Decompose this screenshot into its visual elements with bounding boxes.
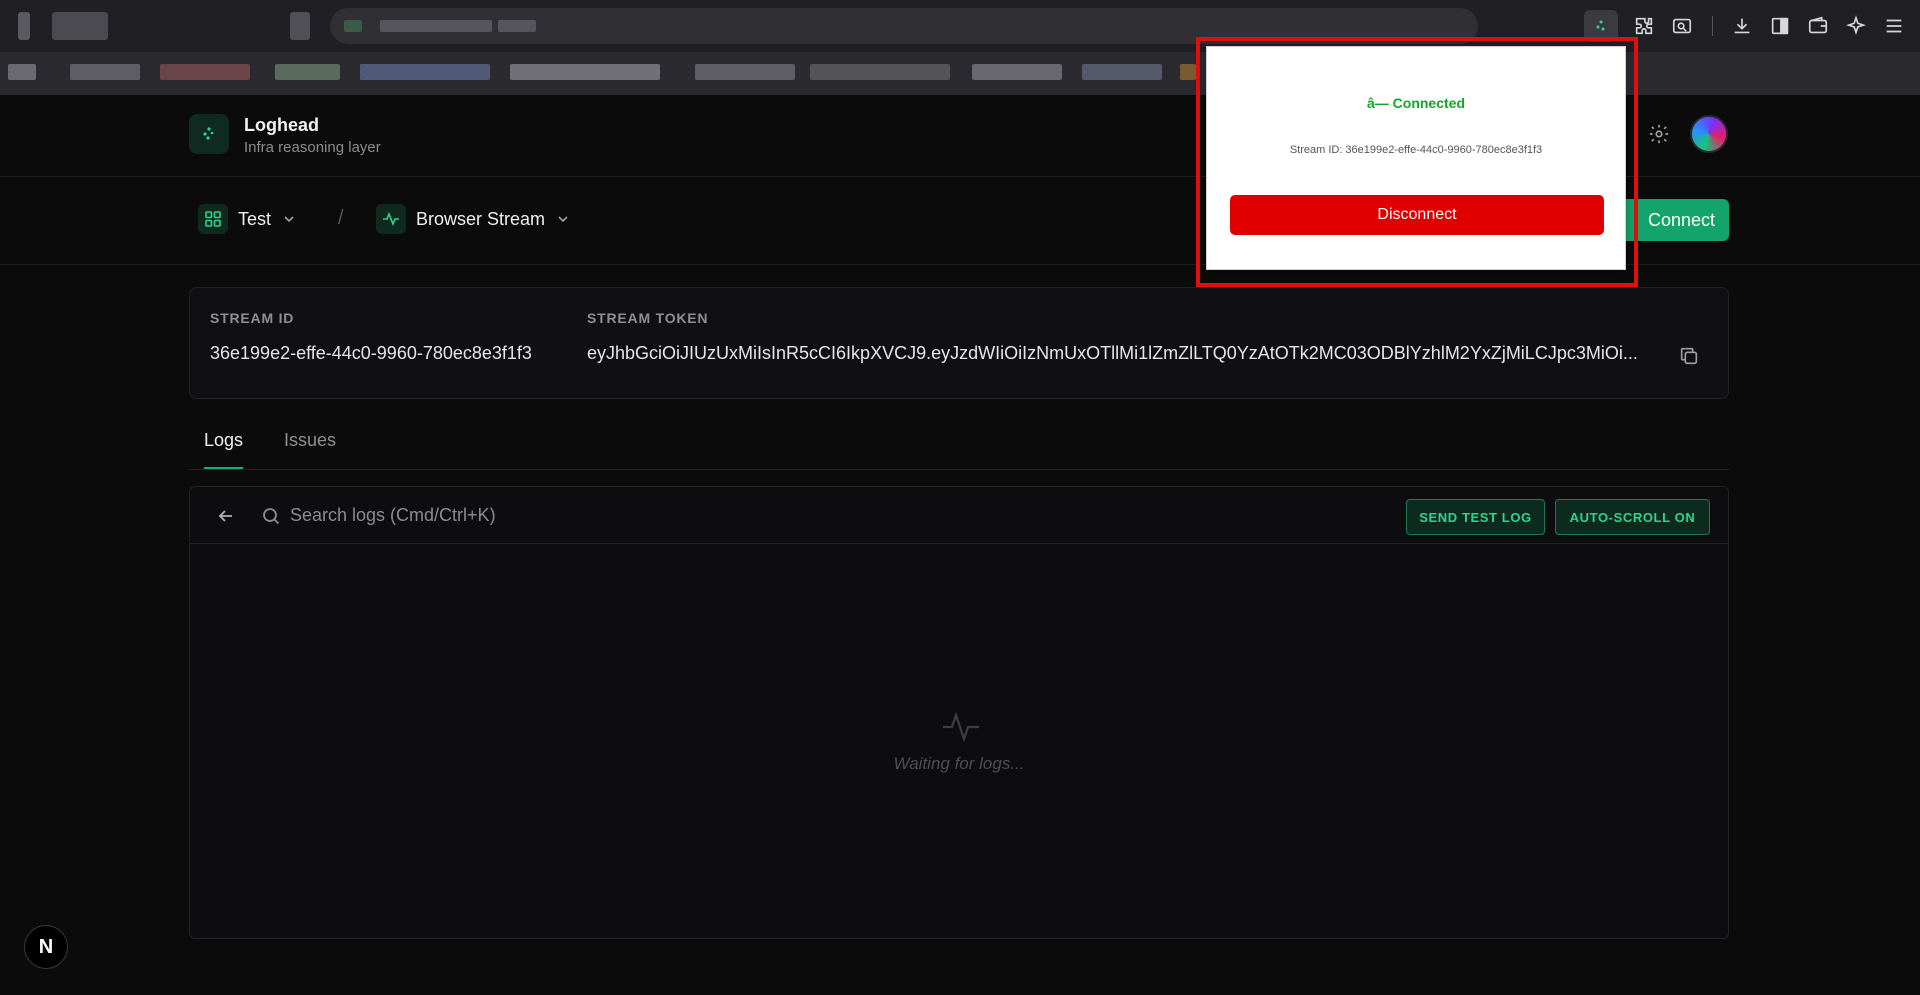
bookmark-item[interactable]	[1082, 64, 1162, 80]
log-panel: SEND TEST LOG AUTO-SCROLL ON Waiting for…	[189, 486, 1729, 939]
project-selector[interactable]: Test	[198, 201, 297, 237]
search-icon	[261, 506, 281, 526]
bookmark-item[interactable]	[70, 64, 140, 80]
user-avatar[interactable]	[1690, 115, 1728, 153]
bookmark-item[interactable]	[8, 64, 36, 80]
extension-popup: â— Connected Stream ID: 36e199e2-effe-44…	[1206, 46, 1626, 270]
wallet-icon[interactable]	[1806, 14, 1830, 38]
stream-credentials-card: STREAM ID 36e199e2-effe-44c0-9960-780ec8…	[189, 287, 1729, 399]
copy-icon[interactable]	[1678, 345, 1700, 367]
menu-hamburger-icon[interactable]	[1882, 14, 1906, 38]
stream-id-label: STREAM ID	[210, 310, 295, 326]
settings-gear-icon[interactable]	[1648, 123, 1670, 145]
blurred-tab[interactable]	[52, 12, 108, 40]
bookmark-item[interactable]	[510, 64, 660, 80]
activity-pulse-icon	[941, 707, 981, 747]
bookmark-item[interactable]	[1180, 64, 1196, 80]
popup-stream-id: Stream ID: 36e199e2-effe-44c0-9960-780ec…	[1289, 144, 1543, 156]
activity-pulse-icon	[376, 204, 406, 234]
extensions-puzzle-icon[interactable]	[1632, 14, 1656, 38]
disconnect-button[interactable]: Disconnect	[1230, 195, 1604, 235]
bookmark-item[interactable]	[275, 64, 340, 80]
bookmark-item[interactable]	[160, 64, 250, 80]
blurred-tab[interactable]	[18, 12, 30, 40]
brand-subtitle: Infra reasoning layer	[244, 139, 381, 156]
empty-state-text: Waiting for logs...	[893, 754, 1025, 773]
sidebar-toggle-icon[interactable]	[1768, 14, 1792, 38]
stream-id-value[interactable]: 36e199e2-effe-44c0-9960-780ec8e3f1f3	[210, 343, 560, 364]
blurred-tab[interactable]	[290, 12, 310, 40]
project-name: Test	[238, 208, 272, 229]
chevron-down-icon	[558, 216, 568, 223]
bookmark-item[interactable]	[695, 64, 795, 80]
connection-status: â— Connected	[1366, 95, 1465, 111]
download-icon[interactable]	[1730, 14, 1754, 38]
back-arrow-icon[interactable]	[216, 506, 236, 526]
stream-token-value[interactable]: eyJhbGciOiJIUzUxMiIsInR5cCI6IkpXVCJ9.eyJ…	[587, 343, 1657, 364]
stream-token-label: STREAM TOKEN	[587, 310, 709, 326]
tab-logs[interactable]: Logs	[204, 430, 244, 469]
nextjs-dev-badge[interactable]: N	[24, 925, 68, 969]
bookmark-item[interactable]	[360, 64, 490, 80]
page-search-icon[interactable]	[1670, 14, 1694, 38]
ai-sparkle-icon[interactable]	[1844, 14, 1868, 38]
bookmark-item[interactable]	[810, 64, 950, 80]
tab-issues[interactable]: Issues	[284, 430, 336, 467]
grid-icon	[198, 204, 228, 234]
toolbar-divider	[1708, 14, 1716, 38]
auto-scroll-toggle[interactable]: AUTO-SCROLL ON	[1555, 499, 1710, 535]
chevron-down-icon	[284, 216, 294, 223]
send-test-log-button[interactable]: SEND TEST LOG	[1406, 499, 1545, 535]
log-search-input[interactable]	[290, 499, 990, 531]
bookmark-item[interactable]	[972, 64, 1062, 80]
view-tabs: Logs Issues	[189, 420, 1729, 470]
loghead-logo-icon[interactable]	[189, 114, 229, 154]
breadcrumb-separator: /	[338, 207, 344, 229]
log-toolbar: SEND TEST LOG AUTO-SCROLL ON	[190, 487, 1728, 544]
brand-name: Loghead	[244, 115, 319, 135]
stream-selector[interactable]: Browser Stream	[376, 201, 571, 237]
stream-name: Browser Stream	[416, 208, 546, 229]
